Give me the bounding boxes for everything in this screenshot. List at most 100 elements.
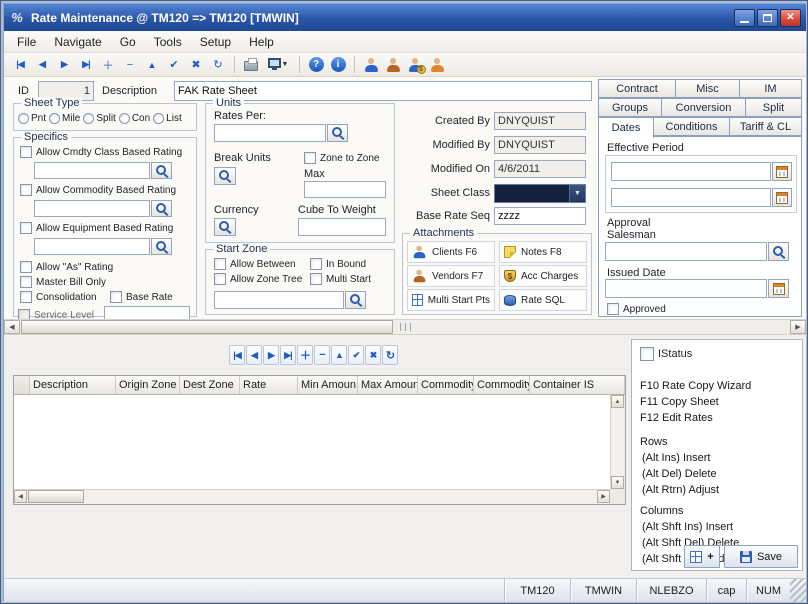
multi-start-pts-button[interactable]: Multi Start Pts [407, 289, 495, 311]
menu-help[interactable]: Help [240, 32, 283, 52]
tab-misc[interactable]: Misc [675, 79, 740, 98]
cmdty-class-field[interactable] [34, 162, 150, 179]
vendors-button[interactable] [383, 55, 403, 75]
radio-list[interactable]: List [153, 113, 182, 124]
tab-tariff-cl[interactable]: Tariff & CL [729, 117, 802, 136]
break-units-lookup-button[interactable] [214, 167, 236, 185]
resize-grip[interactable] [790, 579, 806, 602]
effective-from-field[interactable] [611, 162, 771, 181]
equipment-lookup-button[interactable] [151, 238, 172, 255]
scroll-right-button[interactable]: ▶ [790, 320, 806, 334]
tab-contract[interactable]: Contract [598, 79, 676, 98]
radio-mile[interactable]: Mile [49, 113, 80, 124]
radio-con[interactable]: Con [119, 113, 150, 124]
base-rate-seq-field[interactable] [494, 207, 586, 225]
notes-f8-button[interactable]: Notes F8 [499, 241, 587, 263]
scrollbar-thumb[interactable] [28, 490, 84, 503]
checkbox-master-bill[interactable]: Master Bill Only [20, 276, 106, 288]
salesman-field[interactable] [605, 242, 767, 261]
detail-cancel-button[interactable]: ✖ [365, 345, 381, 365]
start-zone-field[interactable] [214, 291, 344, 309]
rate-sql-button[interactable]: Rate SQL [499, 289, 587, 311]
vendors-f7-button[interactable]: Vendors F7 [407, 265, 495, 287]
issued-date-field[interactable] [605, 279, 767, 298]
accept-button[interactable]: ✔ [164, 55, 184, 75]
radio-split[interactable]: Split [83, 113, 115, 124]
next-record-button[interactable]: ▶ [54, 55, 74, 75]
checkbox-allow-zone-tree[interactable]: Allow Zone Tree [214, 273, 302, 285]
start-zone-lookup-button[interactable] [345, 291, 366, 309]
effective-to-calendar-button[interactable] [772, 188, 792, 207]
column-header-min-amount[interactable]: Min Amoun [298, 376, 358, 394]
tab-conditions[interactable]: Conditions [653, 117, 730, 136]
add-column-button[interactable]: + [684, 545, 720, 568]
print-button[interactable] [241, 55, 261, 75]
tab-split[interactable]: Split [745, 98, 802, 117]
detail-insert-button[interactable]: ＋ [297, 345, 313, 365]
account-charges-button[interactable]: $ [405, 55, 425, 75]
modified-on-field[interactable] [494, 160, 586, 178]
checkbox-allow-between[interactable]: Allow Between [214, 258, 296, 270]
checkbox-approved[interactable]: Approved [607, 303, 666, 315]
checkbox-equipment[interactable]: Allow Equipment Based Rating [20, 222, 173, 234]
minimize-button[interactable] [734, 9, 755, 27]
column-header-rate[interactable]: Rate [240, 376, 298, 394]
tab-dates[interactable]: Dates [598, 117, 654, 138]
column-header-description[interactable]: Description [30, 376, 116, 394]
checkbox-multi-start[interactable]: Multi Start [310, 273, 371, 285]
insert-button[interactable]: ＋ [98, 55, 118, 75]
menu-file[interactable]: File [8, 32, 45, 52]
modified-by-field[interactable] [494, 136, 586, 154]
equipment-field[interactable] [34, 238, 150, 255]
commodity-field[interactable] [34, 200, 150, 217]
detail-first-button[interactable]: |◀ [229, 345, 245, 365]
menu-tools[interactable]: Tools [145, 32, 191, 52]
row-selector-header[interactable] [14, 376, 30, 394]
column-header-commodity-2[interactable]: Commodity [474, 376, 530, 394]
detail-last-button[interactable]: ▶| [280, 345, 296, 365]
tab-conversion[interactable]: Conversion [661, 98, 746, 117]
cmdty-class-lookup-button[interactable] [151, 162, 172, 179]
info-button[interactable]: i [328, 55, 348, 75]
detail-restore-button[interactable]: ▲ [331, 345, 347, 365]
column-header-commodity-1[interactable]: Commodity [418, 376, 474, 394]
checkbox-base-rate[interactable]: Base Rate [110, 291, 173, 303]
delete-button[interactable]: − [120, 55, 140, 75]
detail-next-button[interactable]: ▶ [263, 345, 279, 365]
commodity-lookup-button[interactable] [151, 200, 172, 217]
detail-accept-button[interactable]: ✔ [348, 345, 364, 365]
previous-record-button[interactable]: ◀ [32, 55, 52, 75]
grid-vertical-scrollbar[interactable]: ▲ ▼ [610, 395, 625, 489]
last-record-button[interactable]: ▶| [76, 55, 96, 75]
menu-setup[interactable]: Setup [191, 32, 240, 52]
restore-button[interactable]: ▲ [142, 55, 162, 75]
save-button[interactable]: Save [724, 545, 798, 568]
effective-to-field[interactable] [611, 188, 771, 207]
screen-preview-button[interactable]: ▼ [263, 55, 293, 75]
column-header-dest-zone[interactable]: Dest Zone [180, 376, 240, 394]
effective-from-calendar-button[interactable] [772, 162, 792, 181]
checkbox-cmdty-class[interactable]: Allow Cmdty Class Based Rating [20, 146, 182, 158]
max-field[interactable] [304, 181, 386, 198]
menu-navigate[interactable]: Navigate [45, 32, 110, 52]
refresh-button[interactable]: ↻ [208, 55, 228, 75]
created-by-field[interactable] [494, 112, 586, 130]
cube-to-weight-field[interactable] [298, 218, 386, 236]
checkbox-consolidation[interactable]: Consolidation [20, 291, 97, 303]
menu-go[interactable]: Go [111, 32, 145, 52]
issued-date-calendar-button[interactable] [768, 279, 789, 298]
checkbox-in-bound[interactable]: In Bound [310, 258, 366, 270]
scroll-left-button[interactable]: ◀ [4, 320, 20, 334]
currency-lookup-button[interactable] [214, 218, 236, 236]
column-header-container[interactable]: Container IS [530, 376, 625, 394]
help-button[interactable]: ? [306, 55, 326, 75]
grid-horizontal-scrollbar[interactable]: ◀ ▶ [14, 489, 610, 504]
cancel-button[interactable]: ✖ [186, 55, 206, 75]
tab-groups[interactable]: Groups [598, 98, 662, 117]
radio-pnt[interactable]: Pnt [18, 113, 46, 124]
checkbox-zone-to-zone[interactable]: Zone to Zone [304, 152, 379, 164]
scroll-left-button[interactable]: ◀ [14, 490, 27, 503]
checkbox-istatus[interactable]: IStatus [640, 347, 692, 361]
first-record-button[interactable]: |◀ [10, 55, 30, 75]
tab-im[interactable]: IM [739, 79, 802, 98]
